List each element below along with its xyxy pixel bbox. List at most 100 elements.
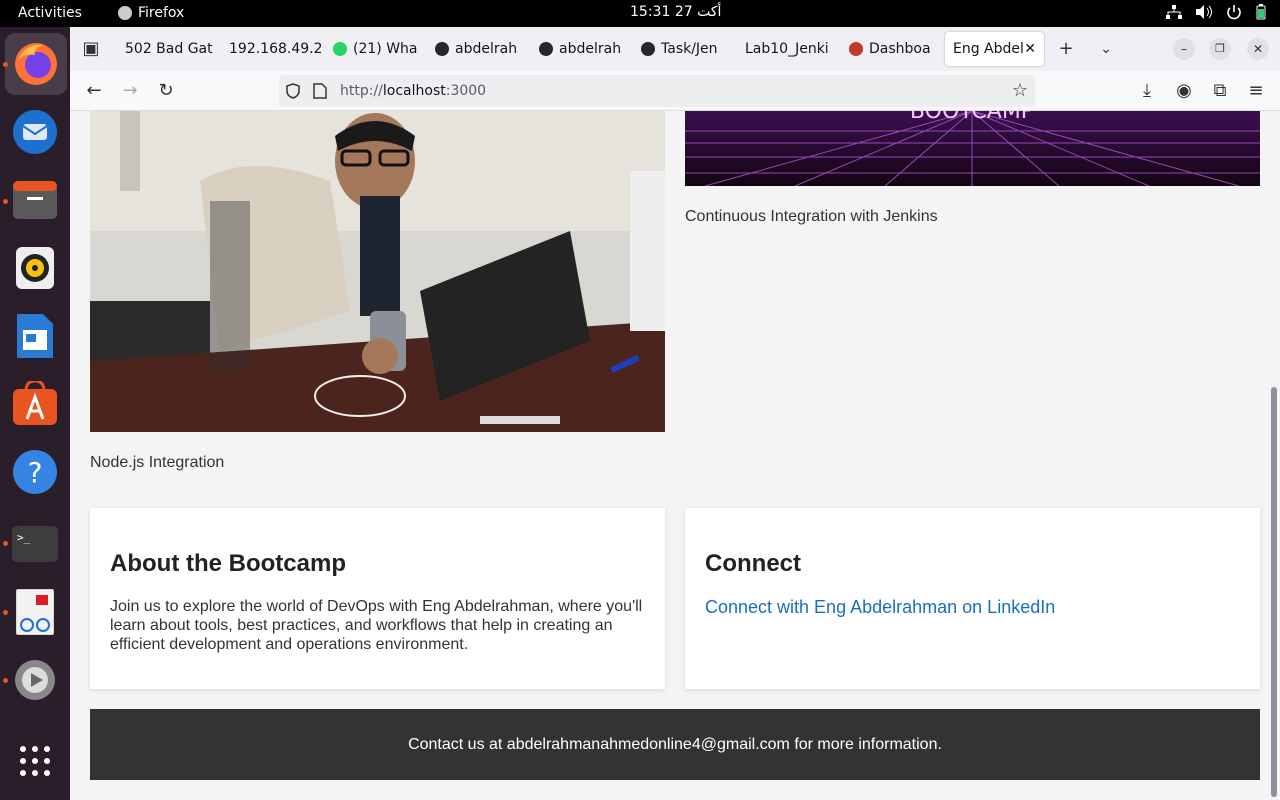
terminal-icon: >_ (12, 526, 58, 562)
writer-icon (17, 314, 53, 358)
battery-icon (1256, 4, 1266, 20)
connect-title: Connect (705, 550, 801, 577)
forward-button[interactable]: → (119, 80, 141, 102)
rhythmbox-icon (16, 247, 54, 289)
tab-label: 502 Bad Gat (125, 41, 213, 57)
tab-label: abdelrah (559, 41, 622, 57)
tab-label: (21) Wha (353, 41, 418, 57)
close-window-button[interactable]: ✕ (1247, 38, 1269, 60)
running-indicator (3, 62, 8, 67)
dock-settings[interactable] (11, 656, 59, 704)
clock[interactable]: أكت 27 15:31 (630, 4, 721, 20)
node-integration-photo (90, 111, 665, 432)
tab-eng-abdelrahman[interactable]: Eng Abdel ✕ (945, 32, 1044, 66)
firefox-small-icon (118, 6, 132, 20)
reload-button[interactable]: ↻ (155, 80, 177, 102)
extensions-icon[interactable]: ⧉ (1209, 80, 1231, 102)
tab-label: 192.168.49.2 (229, 41, 321, 57)
dock-document-viewer[interactable] (11, 588, 59, 636)
running-indicator (3, 541, 8, 546)
dock-libreoffice-writer[interactable] (11, 312, 59, 360)
caption-nodejs: Node.js Integration (90, 454, 225, 471)
dock-terminal[interactable]: >_ (11, 520, 59, 568)
settings-icon (15, 660, 55, 700)
linkedin-link[interactable]: Connect with Eng Abdelrahman on LinkedIn (705, 597, 1055, 618)
page-scrollbar[interactable] (1271, 387, 1277, 797)
list-all-tabs-button[interactable]: ⌄ (1095, 38, 1117, 60)
running-indicator (3, 610, 8, 615)
dock-help[interactable]: ? (11, 448, 59, 496)
activities-button[interactable]: Activities (18, 5, 82, 21)
system-top-bar: Activities Firefox أكت 27 15:31 (0, 0, 1280, 27)
menu-icon[interactable]: ≡ (1245, 80, 1267, 102)
tab-label: abdelrah (455, 41, 518, 57)
app-center-icon (13, 381, 57, 425)
about-card: About the Bootcamp Join us to explore th… (90, 508, 665, 689)
dock-rhythmbox[interactable] (11, 244, 59, 292)
svg-text:?: ? (28, 456, 43, 489)
downloads-icon[interactable]: ⤓ (1136, 80, 1158, 102)
url-scheme: http:// (340, 83, 383, 99)
bookmark-star-icon[interactable]: ☆ (1012, 80, 1028, 101)
help-icon: ? (13, 450, 57, 494)
app-name-label: Firefox (138, 5, 185, 21)
github-icon (539, 42, 553, 56)
tab-bar: ▣ 502 Bad Gat 192.168.49.2 (21) Wha abde… (70, 27, 1280, 71)
banner-text: BOOTCAMP (910, 111, 1034, 124)
dock-app-center[interactable] (11, 380, 59, 428)
app-menu[interactable]: Firefox (118, 5, 184, 21)
dock-files[interactable] (11, 176, 59, 224)
minimize-button[interactable]: – (1173, 38, 1195, 60)
connect-card: Connect Connect with Eng Abdelrahman on … (685, 508, 1260, 689)
firefox-view-icon[interactable]: ▣ (80, 38, 102, 60)
url-port: :3000 (445, 83, 487, 99)
volume-icon (1196, 5, 1212, 19)
address-bar[interactable]: http://localhost:3000 ☆ (279, 75, 1035, 107)
ubuntu-dock: ? >_ (0, 27, 70, 800)
about-text: Join us to explore the world of DevOps w… (110, 598, 643, 653)
tab-github-2[interactable]: abdelrah (531, 32, 631, 66)
tab-dashboard[interactable]: Dashboa (841, 32, 941, 66)
dock-thunderbird[interactable] (11, 108, 59, 156)
document-viewer-icon (16, 589, 54, 635)
system-tray[interactable] (1166, 4, 1266, 20)
github-icon (435, 42, 449, 56)
tab-label: Lab10_Jenki (745, 41, 829, 57)
show-apps-button[interactable] (11, 737, 59, 785)
files-icon (13, 181, 57, 219)
app-grid-icon (20, 746, 50, 776)
tab-label: Task/Jen (661, 41, 718, 57)
tab-whatsapp[interactable]: (21) Wha (325, 32, 425, 66)
page-icon (313, 83, 327, 99)
footer: Contact us at abdelrahmanahmedonline4@gm… (90, 709, 1260, 780)
dock-firefox[interactable] (5, 33, 67, 95)
whatsapp-icon (333, 42, 347, 56)
jenkins-icon (849, 42, 863, 56)
url-host: localhost (382, 83, 446, 99)
new-tab-button[interactable]: + (1055, 38, 1077, 60)
caption-jenkins: Continuous Integration with Jenkins (685, 208, 938, 225)
tab-label: Dashboa (869, 41, 931, 57)
network-icon (1166, 5, 1182, 19)
tab-github-1[interactable]: abdelrah (427, 32, 527, 66)
account-icon[interactable]: ◉ (1173, 80, 1195, 102)
running-indicator (3, 678, 8, 683)
firefox-window: ▣ 502 Bad Gat 192.168.49.2 (21) Wha abde… (70, 27, 1280, 800)
about-title: About the Bootcamp (110, 550, 346, 577)
power-icon (1227, 5, 1241, 20)
maximize-button[interactable]: ❐ (1209, 38, 1231, 60)
page-content: BOOTCAMP Continuous Integration with Jen… (70, 111, 1280, 800)
url-text: http://localhost:3000 (340, 83, 486, 99)
tab-lab10-jenkins[interactable]: Lab10_Jenki (737, 32, 837, 66)
tab-502-bad-gateway[interactable]: 502 Bad Gat (117, 32, 217, 66)
back-button[interactable]: ← (83, 80, 105, 102)
tab-192-168-49-2[interactable]: 192.168.49.2 (221, 32, 321, 66)
svg-text:>_: >_ (17, 531, 31, 544)
navigation-toolbar: ← → ↻ http://localhost:3000 ☆ ⤓ ◉ ⧉ ≡ (70, 71, 1280, 111)
tab-github-task[interactable]: Task/Jen (633, 32, 733, 66)
shield-icon (286, 83, 300, 99)
thunderbird-icon (13, 110, 57, 154)
running-indicator (3, 199, 8, 204)
jenkins-banner-image: BOOTCAMP (685, 111, 1260, 186)
close-tab-icon[interactable]: ✕ (1024, 41, 1036, 57)
